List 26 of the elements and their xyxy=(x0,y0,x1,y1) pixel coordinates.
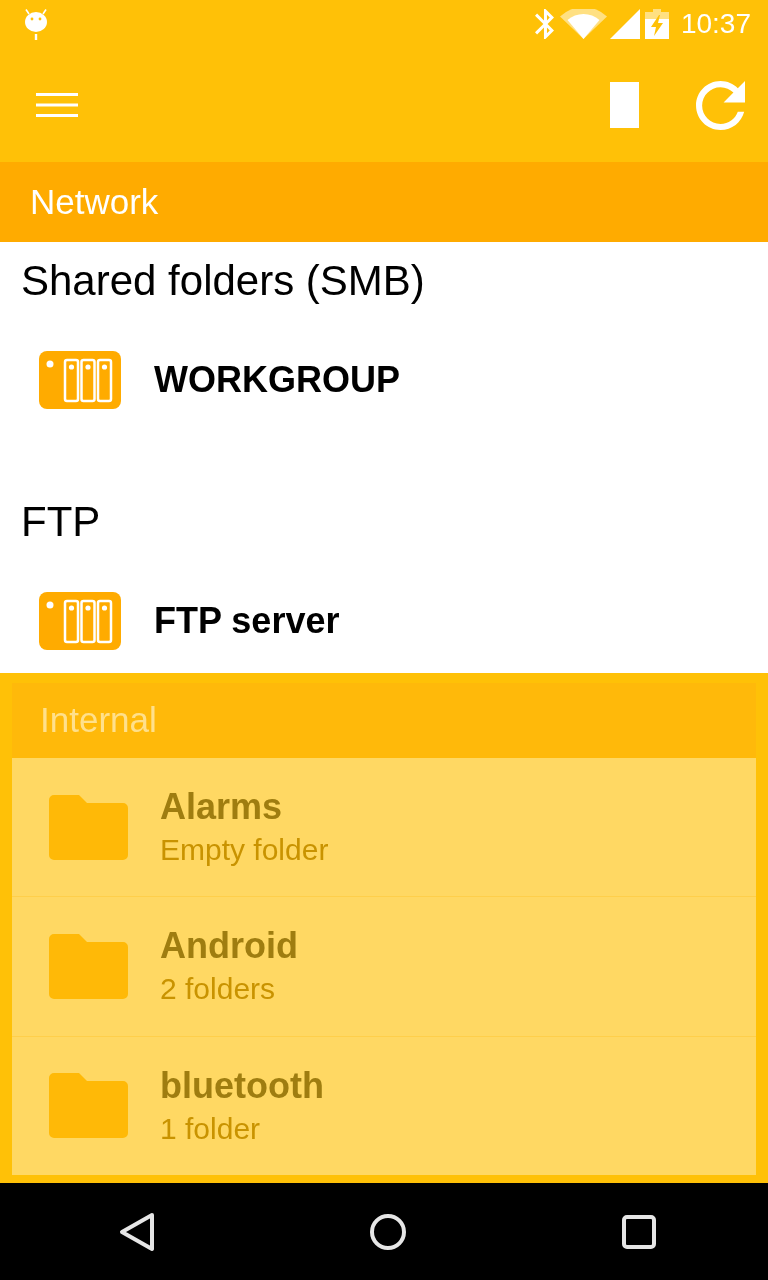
server-icon xyxy=(39,351,121,409)
folder-icon xyxy=(49,794,128,860)
folder-details: 2 folders xyxy=(160,974,277,1005)
server-name[interactable]: WORKGROUP xyxy=(154,362,400,398)
folder-details: Empty folder xyxy=(160,835,329,866)
bluetooth-icon xyxy=(534,9,554,39)
folder-icon xyxy=(49,1073,128,1139)
home-icon[interactable] xyxy=(370,1213,406,1250)
folder-name[interactable]: Alarms xyxy=(160,789,329,826)
folder-details: 1 folder xyxy=(160,1113,262,1144)
status-time: 10:37 xyxy=(680,10,751,38)
section-header: Internal xyxy=(12,683,756,758)
recents-icon[interactable] xyxy=(621,1214,656,1249)
section-header: Network xyxy=(0,162,768,242)
folder-name[interactable]: bluetooth xyxy=(160,1067,324,1104)
server-name[interactable]: FTP server xyxy=(154,603,340,639)
wifi-icon xyxy=(559,9,607,39)
battery-charging-icon xyxy=(644,9,669,39)
robot-icon xyxy=(24,8,48,40)
group-title: FTP xyxy=(21,500,101,543)
server-icon xyxy=(39,592,121,650)
signal-icon xyxy=(609,9,640,39)
group-title: Shared folders (SMB) xyxy=(21,259,425,302)
folder-name[interactable]: Android xyxy=(160,928,298,965)
back-icon[interactable] xyxy=(118,1211,157,1252)
folder-icon xyxy=(49,934,128,999)
